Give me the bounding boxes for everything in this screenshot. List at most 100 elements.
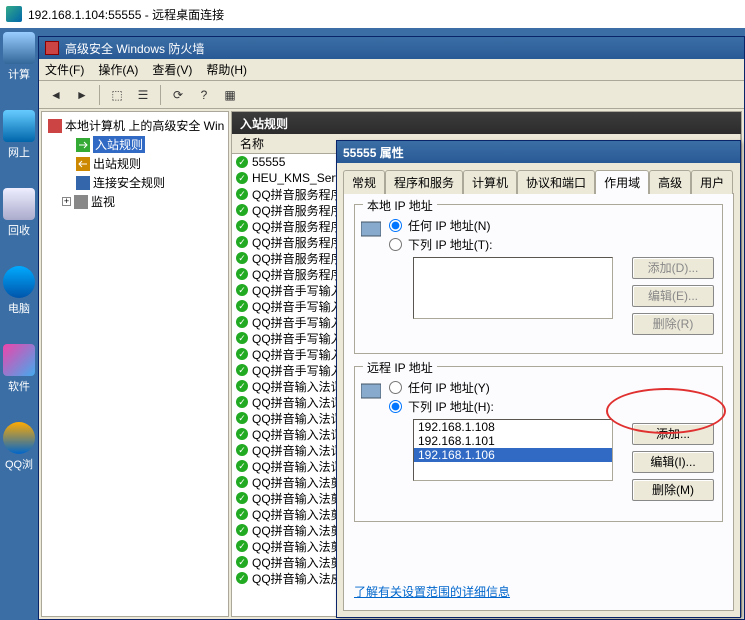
enabled-icon: ✓: [236, 236, 248, 248]
local-delete-button[interactable]: 删除(R): [632, 313, 714, 335]
enabled-icon: ✓: [236, 524, 248, 536]
enabled-icon: ✓: [236, 220, 248, 232]
desktop-icon-qqbrowser[interactable]: QQ浏: [2, 422, 36, 472]
tab-users[interactable]: 用户: [691, 170, 733, 194]
list-header: 入站规则: [232, 112, 741, 134]
up-button[interactable]: ⬚: [106, 84, 128, 106]
tab-protocols[interactable]: 协议和端口: [517, 170, 595, 194]
tab-advanced[interactable]: 高级: [649, 170, 691, 194]
expand-icon[interactable]: +: [62, 197, 71, 206]
enabled-icon: ✓: [236, 156, 248, 168]
enabled-icon: ✓: [236, 572, 248, 584]
remote-add-button[interactable]: 添加...: [632, 423, 714, 445]
enabled-icon: ✓: [236, 476, 248, 488]
remote-these-radio-row[interactable]: 下列 IP 地址(H):: [389, 398, 714, 415]
local-add-button[interactable]: 添加(D)...: [632, 257, 714, 279]
remote-ip-group: 远程 IP 地址 任何 IP 地址(Y) 下列 IP 地址(H): 192.16…: [354, 366, 723, 522]
enabled-icon: ✓: [236, 460, 248, 472]
enabled-icon: ✓: [236, 300, 248, 312]
properties-icon[interactable]: ▦: [219, 84, 241, 106]
tab-computers[interactable]: 计算机: [463, 170, 517, 194]
menu-view[interactable]: 查看(V): [152, 61, 192, 78]
local-these-radio-row[interactable]: 下列 IP 地址(T):: [389, 236, 714, 253]
tab-body-scope: 本地 IP 地址 任何 IP 地址(N) 下列 IP 地址(T): 添加(D).…: [343, 193, 734, 611]
tree-monitor[interactable]: + 监视: [44, 192, 226, 211]
desktop-icons: 计算 网上 回收 电脑 软件 QQ浏: [2, 32, 38, 472]
remote-ip-list[interactable]: 192.168.1.108192.168.1.101192.168.1.106: [413, 419, 613, 481]
rule-name: QQ拼音手写输入: [252, 314, 343, 331]
toolbar: ◄ ► ⬚ ☰ ⟳ ? ▦: [39, 81, 744, 109]
enabled-icon: ✓: [236, 444, 248, 456]
outbound-icon: [76, 157, 90, 171]
local-any-radio[interactable]: [389, 219, 402, 232]
desktop-icon-pcmgr[interactable]: 电脑: [2, 266, 36, 316]
help-button[interactable]: ?: [193, 84, 215, 106]
enabled-icon: ✓: [236, 412, 248, 424]
enabled-icon: ✓: [236, 348, 248, 360]
tree-pane[interactable]: 本地计算机 上的高级安全 Win 入站规则 出站规则 连接安全规则 + 监视: [41, 111, 229, 617]
ip-item[interactable]: 192.168.1.108: [414, 420, 612, 434]
rule-name: 55555: [252, 155, 285, 169]
tree-inbound[interactable]: 入站规则: [44, 135, 226, 154]
rule-name: QQ拼音手写输入: [252, 282, 343, 299]
dialog-title: 55555 属性: [343, 144, 404, 161]
ip-item[interactable]: 192.168.1.106: [414, 448, 612, 462]
local-ip-group: 本地 IP 地址 任何 IP 地址(N) 下列 IP 地址(T): 添加(D).…: [354, 204, 723, 354]
desktop-icon-network[interactable]: 网上: [2, 110, 36, 160]
ip-item[interactable]: 192.168.1.101: [414, 434, 612, 448]
enabled-icon: ✓: [236, 332, 248, 344]
remote-these-radio[interactable]: [389, 400, 402, 413]
remote-any-radio[interactable]: [389, 381, 402, 394]
tree-connsec[interactable]: 连接安全规则: [44, 173, 226, 192]
forward-button[interactable]: ►: [71, 84, 93, 106]
rule-name: QQ拼音手写输入: [252, 346, 343, 363]
tab-scope[interactable]: 作用域: [595, 170, 649, 194]
local-ip-legend: 本地 IP 地址: [363, 197, 437, 214]
desktop-icon-recycle[interactable]: 回收: [2, 188, 36, 238]
back-button[interactable]: ◄: [45, 84, 67, 106]
enabled-icon: ✓: [236, 428, 248, 440]
rule-name: QQ拼音手写输入: [252, 362, 343, 379]
menu-file[interactable]: 文件(F): [45, 61, 84, 78]
enabled-icon: ✓: [236, 188, 248, 200]
local-these-radio[interactable]: [389, 238, 402, 251]
remote-edit-button[interactable]: 编辑(I)...: [632, 451, 714, 473]
refresh-button[interactable]: ⟳: [167, 84, 189, 106]
tree-outbound[interactable]: 出站规则: [44, 154, 226, 173]
local-edit-button[interactable]: 编辑(E)...: [632, 285, 714, 307]
desktop-icon-software[interactable]: 软件: [2, 344, 36, 394]
enabled-icon: ✓: [236, 316, 248, 328]
remote-delete-button[interactable]: 删除(M): [632, 479, 714, 501]
remote-any-radio-row[interactable]: 任何 IP 地址(Y): [389, 379, 714, 396]
enabled-icon: ✓: [236, 364, 248, 376]
tab-strip: 常规 程序和服务 计算机 协议和端口 作用域 高级 用户: [337, 163, 740, 193]
rule-name: QQ拼音服务程序: [252, 186, 343, 203]
rdp-title: 192.168.1.104:55555 - 远程桌面连接: [28, 6, 224, 23]
local-any-radio-row[interactable]: 任何 IP 地址(N): [389, 217, 714, 234]
firewall-titlebar: 高级安全 Windows 防火墙: [39, 37, 744, 59]
tab-programs[interactable]: 程序和服务: [385, 170, 463, 194]
local-ip-list[interactable]: [413, 257, 613, 319]
enabled-icon: ✓: [236, 492, 248, 504]
inbound-icon: [76, 138, 90, 152]
menu-action[interactable]: 操作(A): [98, 61, 138, 78]
tab-general[interactable]: 常规: [343, 170, 385, 194]
enabled-icon: ✓: [236, 380, 248, 392]
rdp-icon: [6, 6, 22, 22]
menu-help[interactable]: 帮助(H): [206, 61, 247, 78]
scope-help-link[interactable]: 了解有关设置范围的详细信息: [354, 583, 723, 600]
remote-ip-legend: 远程 IP 地址: [363, 359, 437, 376]
enabled-icon: ✓: [236, 204, 248, 216]
list-icon[interactable]: ☰: [132, 84, 154, 106]
properties-dialog: 55555 属性 常规 程序和服务 计算机 协议和端口 作用域 高级 用户 本地…: [336, 140, 741, 618]
network-card-icon: [361, 381, 381, 401]
shield-icon: [48, 119, 62, 133]
rule-name: QQ拼音服务程序: [252, 202, 343, 219]
dialog-titlebar[interactable]: 55555 属性: [337, 141, 740, 163]
desktop-icon-computer[interactable]: 计算: [2, 32, 36, 82]
enabled-icon: ✓: [236, 540, 248, 552]
connsec-icon: [76, 176, 90, 190]
rule-name: QQ拼音服务程序: [252, 234, 343, 251]
enabled-icon: ✓: [236, 556, 248, 568]
tree-root[interactable]: 本地计算机 上的高级安全 Win: [44, 116, 226, 135]
